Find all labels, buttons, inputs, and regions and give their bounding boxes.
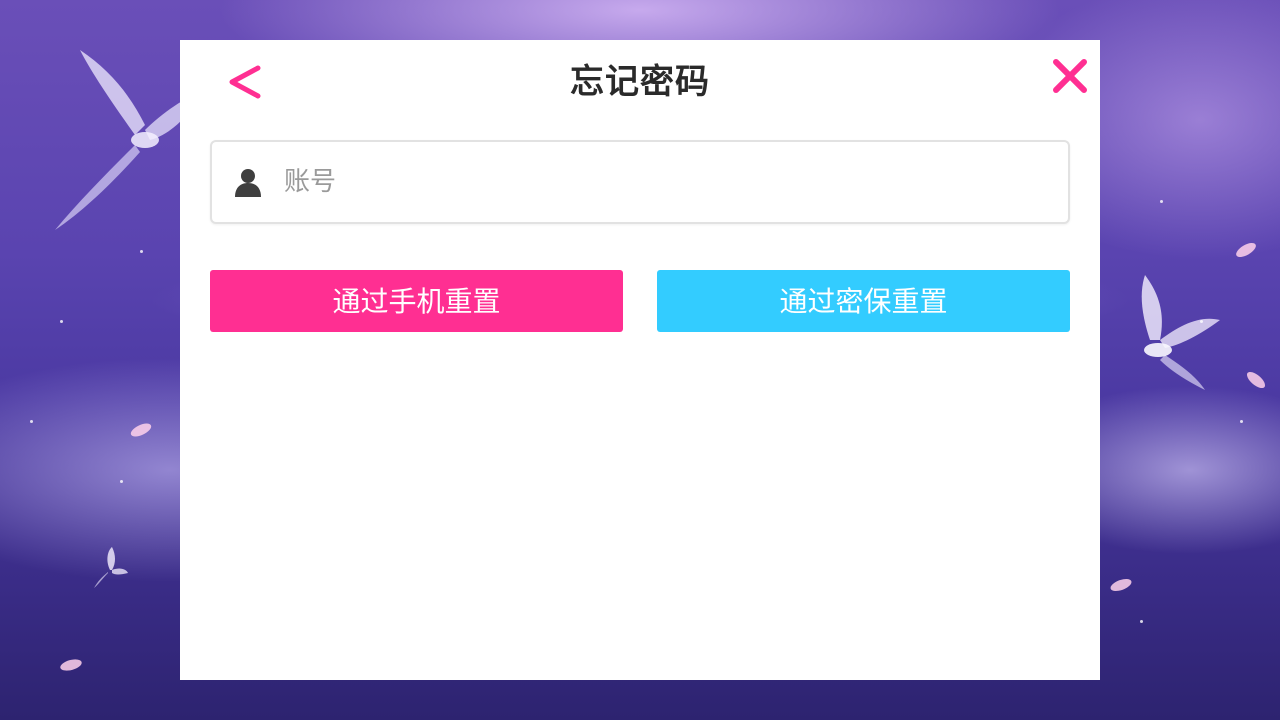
account-field <box>210 140 1070 224</box>
sparkle <box>60 320 63 323</box>
petal <box>1244 369 1268 391</box>
sparkle <box>1240 420 1243 423</box>
petal <box>1108 576 1134 594</box>
account-input[interactable] <box>282 156 1056 208</box>
reset-by-security-button[interactable]: 通过密保重置 <box>657 270 1070 332</box>
petal <box>128 420 154 440</box>
close-icon <box>1053 59 1087 93</box>
decorative-bird-right <box>1141 275 1220 390</box>
sparkle <box>140 250 143 253</box>
close-button[interactable] <box>1048 54 1092 98</box>
reset-by-phone-button[interactable]: 通过手机重置 <box>210 270 623 332</box>
sparkle <box>1140 620 1143 623</box>
forgot-password-dialog: 忘记密码 通过手机重置 通过密保重置 <box>180 40 1100 680</box>
sparkle <box>1160 200 1163 203</box>
dialog-title: 忘记密码 <box>570 62 710 102</box>
sparkle <box>30 420 33 423</box>
petal <box>1233 240 1259 260</box>
user-icon <box>235 169 261 197</box>
decorative-bird-small <box>94 547 128 588</box>
sparkle <box>1200 320 1203 323</box>
petal <box>59 657 83 673</box>
sparkle <box>120 480 123 483</box>
